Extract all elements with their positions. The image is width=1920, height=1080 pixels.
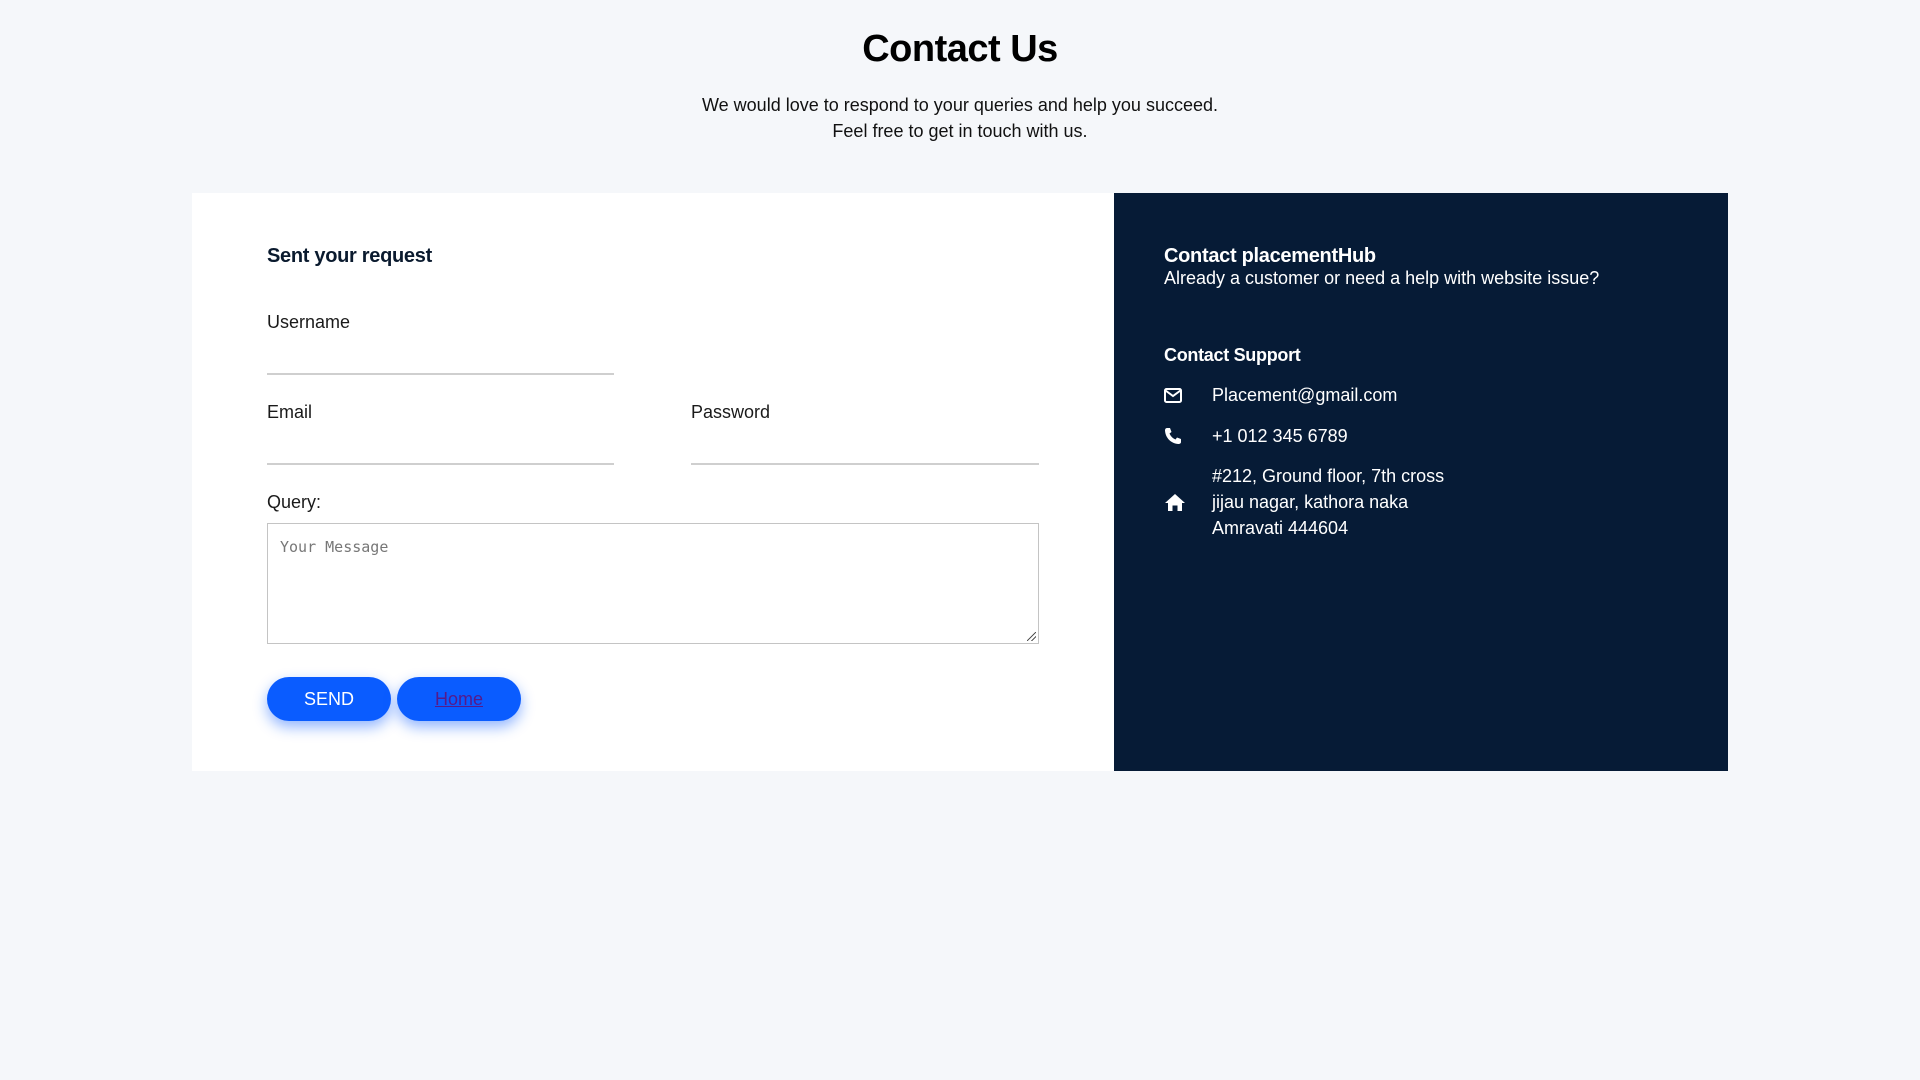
- page-subtitle: We would love to respond to your queries…: [0, 92, 1920, 144]
- contact-info-panel: Contact placementHub Already a customer …: [1114, 193, 1728, 771]
- resize-handle-icon[interactable]: [1027, 632, 1036, 641]
- home-link[interactable]: Home: [435, 689, 483, 710]
- address-line: jijau nagar, kathora naka: [1212, 492, 1409, 512]
- phone-icon: [1164, 427, 1212, 445]
- password-label: Password: [691, 402, 771, 422]
- send-button[interactable]: SEND: [267, 677, 391, 721]
- contact-card: Sent your request Username Email Passwor…: [192, 193, 1728, 771]
- username-input[interactable]: [267, 373, 614, 375]
- query-textarea[interactable]: Your Message: [267, 523, 1039, 644]
- query-placeholder: Your Message: [280, 538, 389, 556]
- form-heading: Sent your request: [267, 245, 432, 267]
- address-line: #212, Ground floor, 7th cross: [1212, 466, 1445, 486]
- page-title: Contact Us: [862, 28, 1058, 70]
- contact-phone[interactable]: +1 012 345 6789: [1212, 423, 1348, 449]
- contact-form: Sent your request Username Email Passwor…: [192, 193, 1114, 771]
- support-heading: Contact Support: [1164, 345, 1301, 365]
- email-label: Email: [267, 402, 313, 422]
- home-icon: [1164, 493, 1212, 512]
- phone-row: +1 012 345 6789: [1164, 423, 1348, 449]
- subtitle-line: We would love to respond to your queries…: [702, 95, 1218, 115]
- home-button[interactable]: Home: [397, 677, 521, 721]
- address-line: Amravati 444604: [1212, 518, 1349, 538]
- contact-address: #212, Ground floor, 7th cross jijau naga…: [1212, 463, 1444, 541]
- username-label: Username: [267, 312, 351, 332]
- password-input[interactable]: [691, 463, 1039, 465]
- address-row: #212, Ground floor, 7th cross jijau naga…: [1164, 463, 1444, 541]
- envelope-icon: [1164, 387, 1212, 403]
- subtitle-line: Feel free to get in touch with us.: [832, 121, 1088, 141]
- email-row: Placement@gmail.com: [1164, 382, 1397, 408]
- contact-email[interactable]: Placement@gmail.com: [1212, 382, 1397, 408]
- contact-heading: Contact placementHub: [1164, 245, 1376, 267]
- query-label: Query:: [267, 492, 322, 512]
- email-input[interactable]: [267, 463, 614, 465]
- contact-subheading: Already a customer or need a help with w…: [1164, 268, 1600, 288]
